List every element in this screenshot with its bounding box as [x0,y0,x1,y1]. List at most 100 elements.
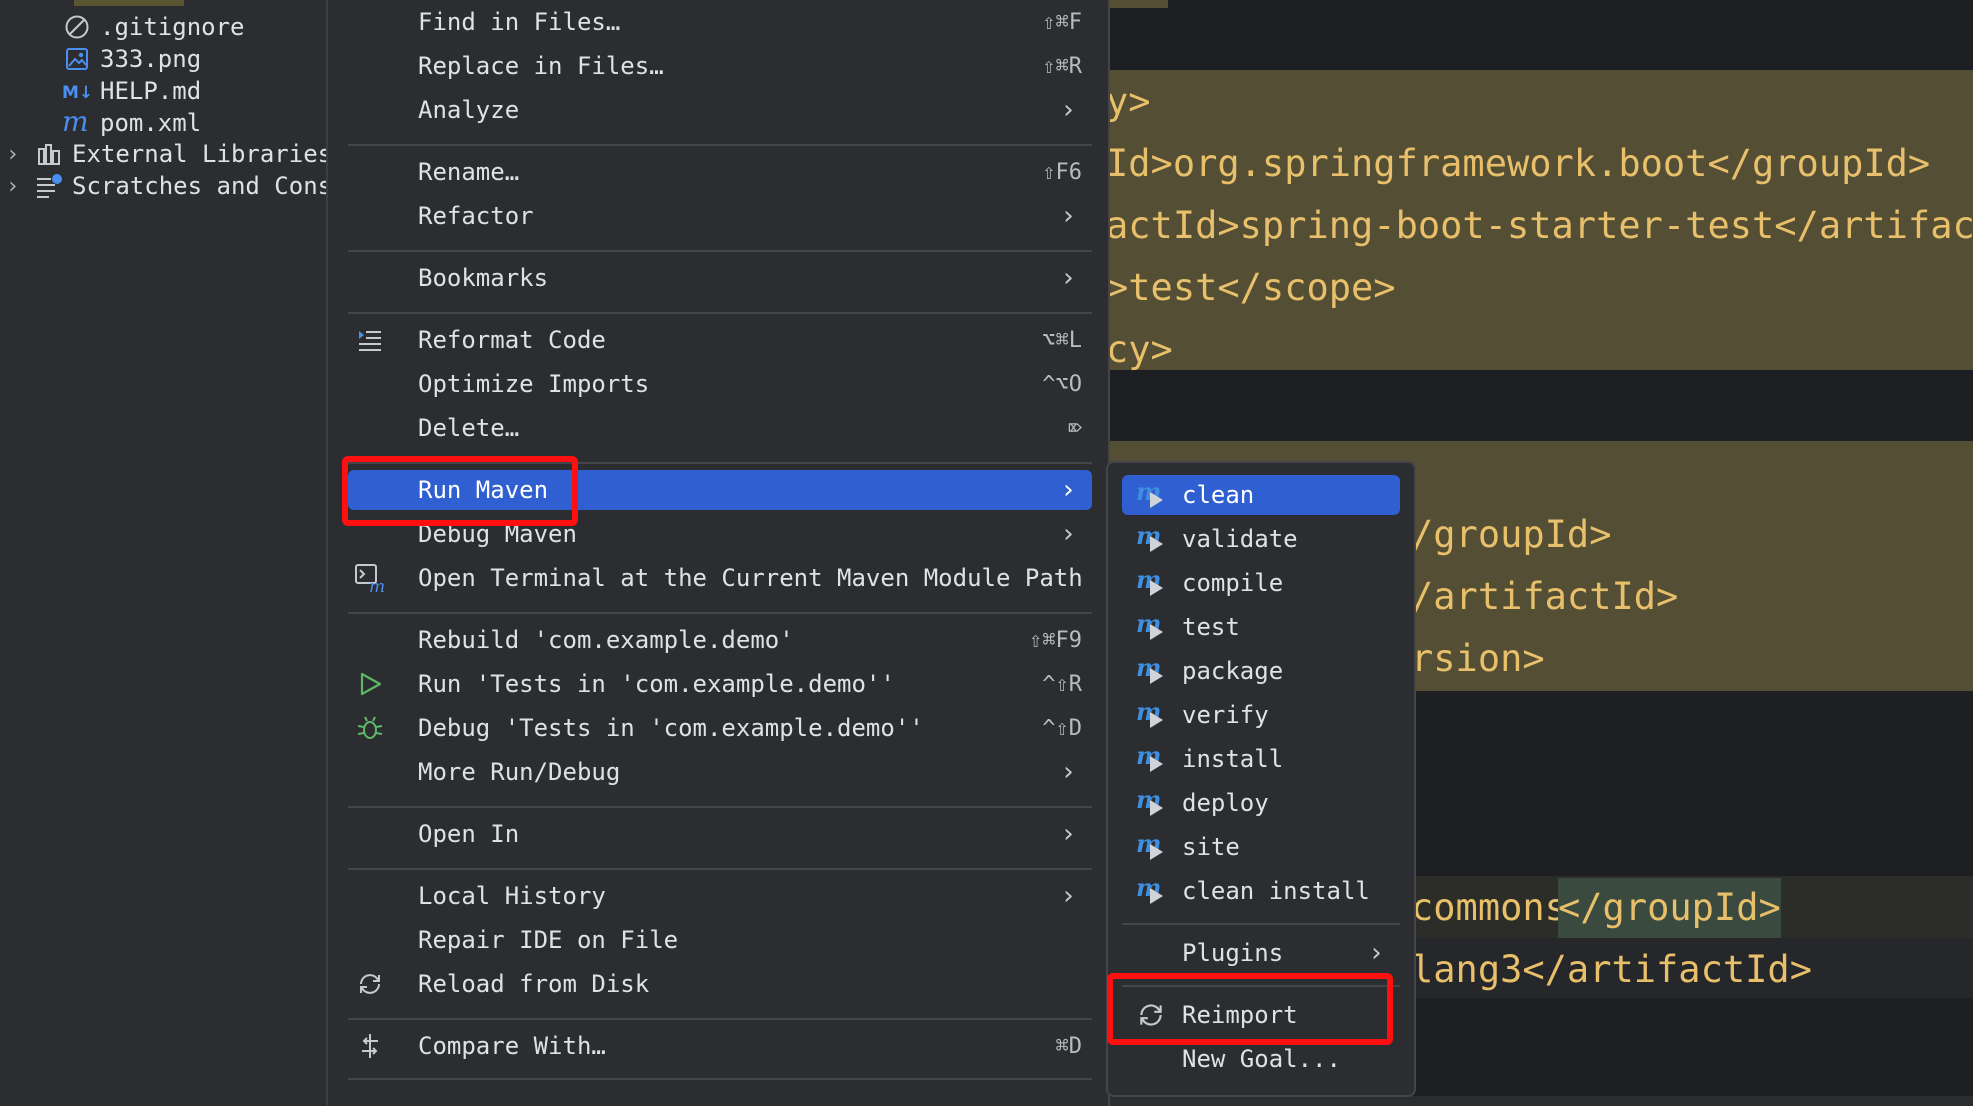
menu-item-run-tests[interactable]: Run 'Tests in 'com.example.demo'' ^⇧R [348,664,1092,704]
maven-goal-icon: m [1136,612,1163,640]
shortcut: ^⇧R [1042,671,1082,697]
menu-item-delete[interactable]: Delete… ⌦ [348,408,1092,448]
maven-goal-compile[interactable]: m compile [1122,563,1400,603]
svg-text:M↓: M↓ [62,83,92,103]
menu-item-more-run-debug[interactable]: More Run/Debug › [348,752,1092,792]
menu-separator [348,1018,1092,1020]
tree-item-scratches[interactable]: › Scratches and Consoles [6,166,326,206]
shortcut: ^⇧D [1042,715,1082,741]
menu-separator [348,462,1092,464]
chevron-right-icon: › [1060,819,1076,849]
image-icon [62,44,92,74]
markdown-icon: M↓ [62,76,92,106]
maven-goal-test[interactable]: m test [1122,607,1400,647]
menu-item-rename[interactable]: Rename… ⇧F6 [348,152,1092,192]
chevron-right-icon: › [1368,938,1384,968]
run-maven-submenu: m clean m validate m compile m test m pa… [1106,461,1416,1097]
ignore-icon [62,12,92,42]
maven-goal-icon: m [1136,480,1163,508]
tree-item-label: 333.png [100,45,202,73]
chevron-right-icon[interactable]: › [6,174,26,199]
menu-separator [1122,923,1400,925]
shortcut: ⌘D [1055,1033,1083,1059]
tree-item-label: pom.xml [100,109,202,137]
maven-goal-verify[interactable]: m verify [1122,695,1400,735]
line-highlight [1106,0,1168,8]
menu-item-debug-maven[interactable]: Debug Maven › [348,514,1092,554]
tree-item-label: External Libraries [72,140,326,168]
maven-goal-icon: m [1136,656,1163,684]
menu-item-compare-with[interactable]: Compare With… ⌘D [348,1026,1092,1066]
menu-item-repair-ide[interactable]: Repair IDE on File [348,920,1092,960]
svg-text:m: m [369,577,385,593]
menu-item-replace-in-files[interactable]: Replace in Files… ⇧⌘R [348,46,1092,86]
scratches-icon [34,171,64,201]
menu-item-reformat-code[interactable]: Reformat Code ⌥⌘L [348,320,1092,360]
menu-item-local-history[interactable]: Local History › [348,876,1092,916]
chevron-right-icon: › [1060,201,1076,231]
code-line: actId>spring-boot-starter-test</artifact… [1106,204,1973,247]
maven-goal-deploy[interactable]: m deploy [1122,783,1400,823]
shortcut: ⇧⌘F [1042,9,1082,35]
menu-separator [348,806,1092,808]
menu-separator [348,144,1092,146]
code-line: lang3</artifactId> [1411,948,1812,991]
maven-goal-install[interactable]: m install [1122,739,1400,779]
maven-goal-package[interactable]: m package [1122,651,1400,691]
tree-item-label: HELP.md [100,77,202,105]
chevron-right-icon: › [1060,95,1076,125]
code-line: y> [1106,80,1151,123]
shortcut: ⇧⌘R [1042,53,1082,79]
maven-new-goal-item[interactable]: New Goal... [1122,1039,1400,1079]
library-icon [34,139,64,169]
menu-separator [348,312,1092,314]
code-line: /groupId> [1411,513,1612,556]
reload-icon [348,970,392,998]
context-menu: Find in Files… ⇧⌘F Replace in Files… ⇧⌘R… [326,0,1110,1106]
menu-item-open-terminal[interactable]: m Open Terminal at the Current Maven Mod… [348,558,1092,598]
reload-icon [1140,1004,1162,1026]
menu-item-bookmarks[interactable]: Bookmarks › [348,258,1092,298]
menu-item-analyze[interactable]: Analyze › [348,90,1092,130]
menu-item-run-maven[interactable]: Run Maven › [348,470,1092,510]
maven-reimport-item[interactable]: Reimport [1122,995,1400,1035]
menu-item-open-in[interactable]: Open In › [348,814,1092,854]
chevron-right-icon[interactable]: › [6,142,26,167]
chevron-right-icon: › [1060,519,1076,549]
maven-goal-icon: m [1136,524,1163,552]
project-tree: .gitignore 333.png M↓ HELP.md m pom.xml … [0,0,326,1096]
menu-item-find-in-files[interactable]: Find in Files… ⇧⌘F [348,2,1092,42]
maven-goal-site[interactable]: m site [1122,827,1400,867]
menu-item-reload-from-disk[interactable]: Reload from Disk [348,964,1092,1004]
menu-item-debug-tests[interactable]: Debug 'Tests in 'com.example.demo'' ^⇧D [348,708,1092,748]
menu-item-optimize-imports[interactable]: Optimize Imports ^⌥O [348,364,1092,404]
maven-goal-clean-install[interactable]: m clean install [1122,871,1400,911]
shortcut: ^⌥O [1042,371,1082,397]
tree-row-partial [74,0,184,6]
code-line: cy> [1106,328,1173,371]
menu-separator [1122,985,1400,987]
compare-icon [348,1032,392,1060]
chevron-right-icon: › [1060,263,1076,293]
shortcut: ⇧F6 [1042,159,1082,185]
svg-text:m: m [62,109,89,137]
menu-separator [348,868,1092,870]
maven-goal-icon: m [1136,832,1163,860]
shortcut: ⌦ [1068,415,1082,441]
run-icon [348,671,392,697]
maven-goal-icon: m [1136,744,1163,772]
maven-goal-validate[interactable]: m validate [1122,519,1400,559]
code-line: >test</scope> [1106,266,1396,309]
maven-goal-clean[interactable]: m clean [1122,475,1400,515]
shortcut: ⌥⌘L [1042,327,1082,353]
tree-item-label: Scratches and Consoles [72,172,326,200]
maven-plugins-item[interactable]: Plugins › [1122,933,1400,973]
tree-item-label: .gitignore [100,13,245,41]
maven-goal-icon: m [1136,876,1163,904]
code-line-matched-tag: </groupId> [1558,878,1781,938]
menu-item-refactor[interactable]: Refactor › [348,196,1092,236]
menu-item-rebuild[interactable]: Rebuild 'com.example.demo' ⇧⌘F9 [348,620,1092,660]
code-line: /artifactId> [1411,575,1679,618]
menu-separator [348,250,1092,252]
code-line: commons [1411,886,1567,929]
